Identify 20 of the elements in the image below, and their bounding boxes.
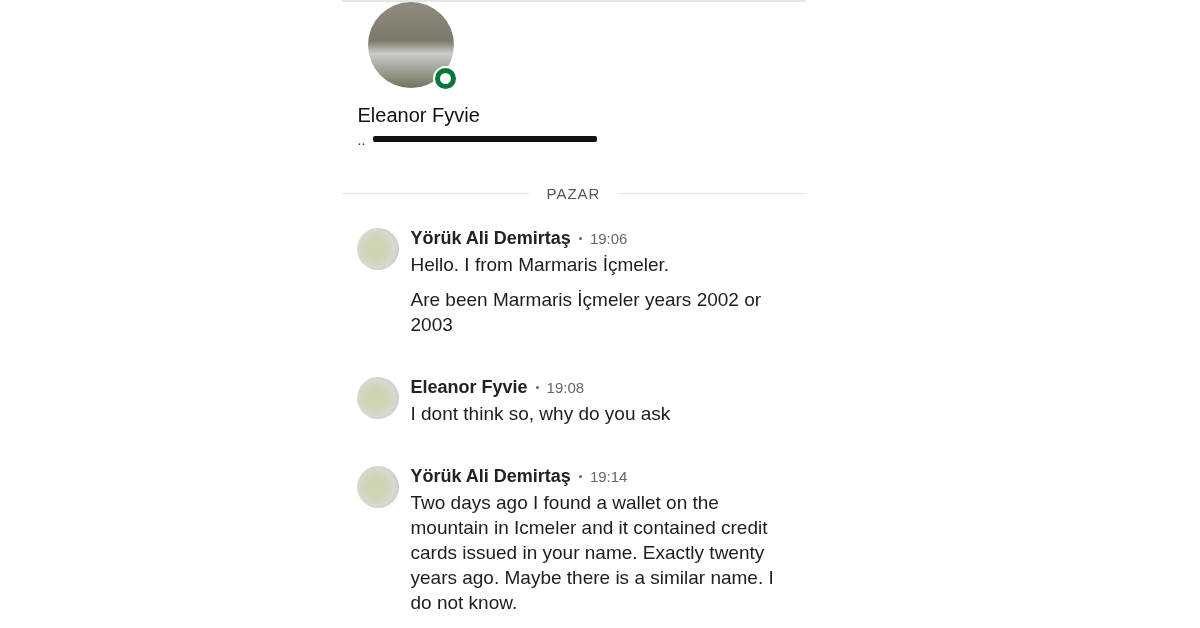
date-divider-label: PAZAR — [546, 185, 601, 202]
sender-photo-placeholder[interactable] — [356, 466, 399, 508]
sender-photo-placeholder[interactable] — [356, 377, 399, 419]
message-time: 19:14 — [589, 467, 628, 485]
profile-headline: .. — [357, 132, 366, 148]
profile-photo-placeholder[interactable] — [367, 2, 454, 88]
separator-dot-icon — [578, 474, 582, 478]
sender-name[interactable]: Yörük Ali Demirtaş — [410, 465, 571, 487]
message-text: Are been Marmaris İçmeler years 2002 or 2003 — [410, 288, 763, 337]
profile-name[interactable]: Eleanor Fyvie — [357, 104, 806, 127]
message-time: 19:06 — [589, 229, 628, 247]
sender-photo-placeholder[interactable] — [356, 228, 399, 270]
message-text: Hello. I from Marmaris İçmeler. — [410, 253, 671, 277]
message-text: Two days ago I found a wallet on the mountain in Icmeler and it contained credit cards issued in your name. Exactly twenty years ago. Maybe there is a similar name. I do not know. — [410, 491, 775, 615]
sender-name[interactable]: Eleanor Fyvie — [410, 376, 528, 398]
message-time: 19:08 — [546, 378, 585, 396]
separator-dot-icon — [578, 236, 582, 240]
message-text: I dont think so, why do you ask — [410, 402, 672, 426]
sender-name[interactable]: Yörük Ali Demirtaş — [410, 227, 571, 249]
separator-dot-icon — [535, 385, 539, 389]
